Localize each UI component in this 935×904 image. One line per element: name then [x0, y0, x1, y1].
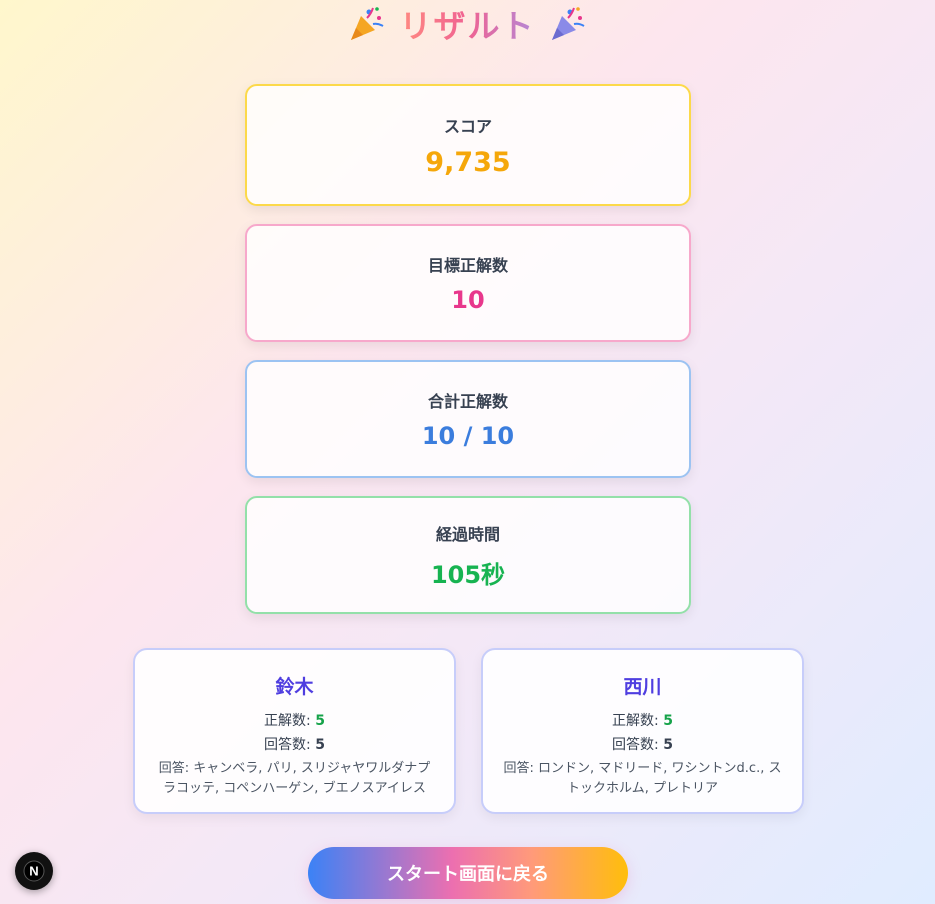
elapsed-time-card: 経過時間 105秒	[245, 496, 691, 614]
target-correct-card: 目標正解数 10	[245, 224, 691, 342]
answered-count-value: 5	[663, 737, 673, 753]
player-answers: 回答: ロンドン, マドリード, ワシントンd.c., ストックホルム, プレト…	[503, 761, 782, 796]
score-value: 9,735	[425, 146, 511, 178]
total-correct-value: 10 / 10	[421, 422, 515, 450]
correct-count-value: 5	[315, 713, 325, 729]
player-correct-count: 正解数: 5	[612, 709, 673, 733]
total-correct-label: 合計正解数	[427, 392, 508, 411]
correct-count-label: 正解数:	[264, 713, 311, 729]
correct-count-value: 5	[663, 713, 673, 729]
player-answered-count: 回答数: 5	[264, 733, 325, 757]
correct-count-label: 正解数:	[612, 713, 659, 729]
total-correct-card: 合計正解数 10 / 10	[245, 360, 691, 478]
target-correct-value: 10	[451, 286, 485, 314]
nextjs-devtools-badge[interactable]: N	[15, 852, 53, 890]
answered-count-label: 回答数:	[612, 737, 659, 753]
party-popper-icon	[551, 7, 585, 40]
player-name: 西川	[623, 676, 662, 698]
nextjs-logo-icon: N	[23, 860, 45, 882]
player-name: 鈴木	[275, 676, 314, 698]
page-header: リザルト	[0, 2, 935, 46]
back-to-start-button[interactable]: スタート画面に戻る	[308, 847, 628, 899]
badge-letter: N	[29, 864, 38, 879]
target-correct-label: 目標正解数	[427, 256, 508, 275]
player-answered-count: 回答数: 5	[612, 733, 673, 757]
elapsed-time-value: 105秒	[430, 560, 506, 589]
player-correct-count: 正解数: 5	[264, 709, 325, 733]
page-title: リザルト	[399, 1, 535, 47]
party-popper-icon	[351, 7, 384, 40]
answered-count-value: 5	[315, 737, 325, 753]
player-card: 鈴木 正解数: 5 回答数: 5 回答: キャンベラ, パリ, スリジャヤワルダ…	[133, 648, 456, 814]
score-card: スコア 9,735	[245, 84, 691, 206]
answered-count-label: 回答数:	[264, 737, 311, 753]
elapsed-time-label: 経過時間	[435, 524, 500, 544]
score-label: スコア	[443, 116, 492, 136]
player-answers: 回答: キャンベラ, パリ, スリジャヤワルダナプラコッテ, コペンハーゲン, …	[158, 761, 431, 796]
player-card: 西川 正解数: 5 回答数: 5 回答: ロンドン, マドリード, ワシントンd…	[481, 648, 804, 814]
